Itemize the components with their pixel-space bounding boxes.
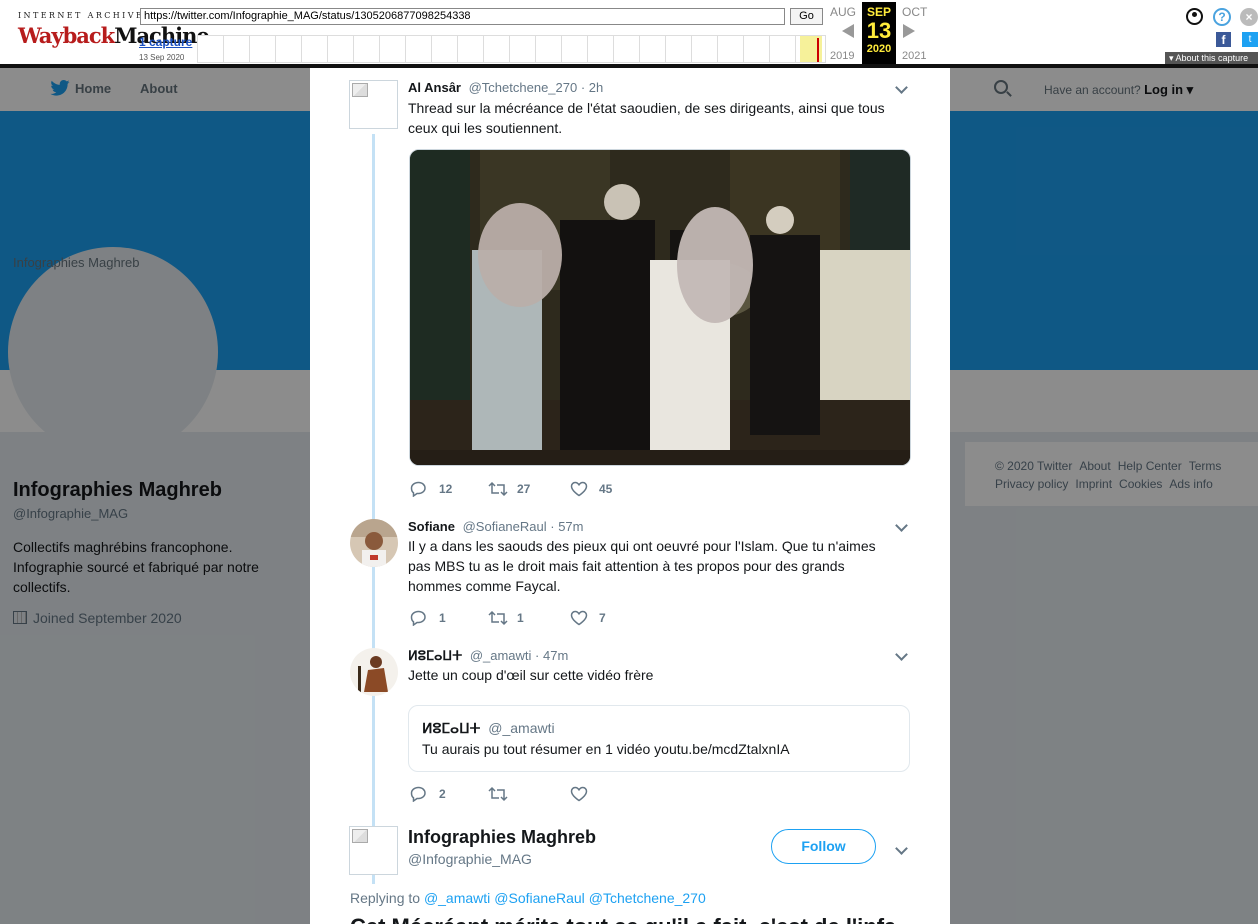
quoted-tweet-header: ⵍⵓⵎⴰⵡⵜ @_amawti xyxy=(422,720,555,737)
wayback-url-input[interactable]: https://twitter.com/Infographie_MAG/stat… xyxy=(140,8,785,25)
next-capture-arrow-icon[interactable] xyxy=(903,24,915,38)
tweet2-author-handle[interactable]: @SofianeRaul xyxy=(463,519,547,534)
twitter-share-icon[interactable]: t xyxy=(1242,32,1258,47)
main-tweet-text: Cet Mécréant mérite tout ce qu'il a fait… xyxy=(350,916,910,924)
reply-handle-sofianeraul[interactable]: @SofianeRaul xyxy=(494,890,585,906)
tweet-thread-modal: Al Ansâr @Tchetchene_270 · 2h Thread sur… xyxy=(310,68,950,924)
main-tweet-author-name[interactable]: Infographies Maghreb xyxy=(408,827,596,848)
wayback-logo-red: Wayback xyxy=(18,23,115,48)
tweet2-avatar-image xyxy=(350,519,398,567)
tweet1-retweet-count: 27 xyxy=(517,482,531,496)
tweet2-text: Il y a dans les saouds des pieux qui ont… xyxy=(408,538,876,594)
quoted-tweet-card[interactable]: ⵍⵓⵎⴰⵡⵜ @_amawti Tu aurais pu tout résume… xyxy=(408,705,910,772)
replying-to: Replying to @_amawti @SofianeRaul @Tchetch… xyxy=(350,890,710,906)
reply-icon xyxy=(410,481,426,497)
tweet1-avatar[interactable] xyxy=(349,80,398,129)
tweet2-retweet-count: 1 xyxy=(517,611,524,625)
tweet3-author-name[interactable]: ⵍⵓⵎⴰⵡⵜ xyxy=(408,648,462,663)
tweet2-like-count: 7 xyxy=(599,611,606,625)
tweet1-author-name[interactable]: Al Ansâr xyxy=(408,80,461,95)
capture-sparkline[interactable] xyxy=(197,35,826,63)
prev-year-link[interactable]: 2019 xyxy=(830,50,854,62)
follow-button[interactable]: Follow xyxy=(771,829,876,864)
captures-link[interactable]: 1 capture xyxy=(139,35,192,49)
about-capture-dropdown[interactable]: ▾ About this capture xyxy=(1165,52,1258,64)
quoted-tweet-text: Tu aurais pu tout résumer en 1 vidéo you… xyxy=(422,741,790,757)
reply-icon xyxy=(410,610,426,626)
about-capture-label: About this capture xyxy=(1175,53,1249,63)
tweet2-timestamp[interactable]: · 57m xyxy=(550,519,583,534)
facebook-share-icon[interactable]: f xyxy=(1216,32,1231,47)
prev-capture-arrow-icon[interactable] xyxy=(842,24,854,38)
tweet3-header: ⵍⵓⵎⴰⵡⵜ @_amawti · 47m xyxy=(408,648,568,664)
tweet1-more-chevron-icon[interactable] xyxy=(895,82,907,94)
help-icon[interactable]: ? xyxy=(1213,8,1231,26)
current-day: 13 xyxy=(866,18,892,43)
tweet1-photo[interactable] xyxy=(409,149,911,466)
tweet3-reply-count: 2 xyxy=(439,787,446,801)
close-icon[interactable]: × xyxy=(1240,8,1258,26)
tweet3-timestamp[interactable]: · 47m xyxy=(535,648,568,663)
tweet3-avatar-image xyxy=(350,648,398,696)
next-year-link[interactable]: 2021 xyxy=(902,50,926,62)
user-account-icon[interactable] xyxy=(1186,8,1203,25)
prev-month-link[interactable]: AUG xyxy=(830,5,856,19)
next-month-link[interactable]: OCT xyxy=(902,5,927,19)
reply-icon xyxy=(410,786,426,802)
main-tweet-author-handle[interactable]: @Infographie_MAG xyxy=(408,851,532,867)
tweet3-author-handle[interactable]: @_amawti xyxy=(470,648,532,663)
reply-handle-amawti[interactable]: @_amawti xyxy=(424,890,490,906)
current-month: SEP xyxy=(866,5,891,19)
heart-icon xyxy=(570,786,588,802)
tweet3-text: Jette un coup d'œil sur cette vidéo frèr… xyxy=(408,667,654,683)
main-tweet-avatar[interactable] xyxy=(349,826,398,875)
wayback-go-button[interactable]: Go xyxy=(790,8,823,25)
tweet1-reply-count: 12 xyxy=(439,482,453,496)
tweet2-more-chevron-icon[interactable] xyxy=(895,520,907,532)
quoted-author-handle: @_amawti xyxy=(488,720,555,736)
thread-connector-line xyxy=(372,134,375,884)
internet-archive-label: INTERNET ARCHIVE xyxy=(18,11,145,20)
tweet2-reply-count: 1 xyxy=(439,611,446,625)
main-tweet-more-chevron-icon[interactable] xyxy=(895,843,907,855)
retweet-icon xyxy=(488,786,508,802)
tweet1-like-count: 45 xyxy=(599,482,613,496)
wayback-toolbar: INTERNET ARCHIVE WaybackMachine https://… xyxy=(0,0,1258,68)
reply-handle-tchetchene[interactable]: @Tchetchene_270 xyxy=(589,890,706,906)
tweet1-text: Thread sur la mécréance de l'état saoudi… xyxy=(408,100,885,136)
current-year: 2020 xyxy=(866,43,892,55)
heart-icon xyxy=(570,481,588,497)
tweet1-photo-image xyxy=(410,150,910,465)
tweet3-more-chevron-icon[interactable] xyxy=(895,649,907,661)
tweet2-author-name[interactable]: Sofiane xyxy=(408,519,455,534)
tweet1-timestamp[interactable]: · 2h xyxy=(581,80,603,95)
tweet1-header: Al Ansâr @Tchetchene_270 · 2h xyxy=(408,80,603,95)
tweet3-avatar[interactable] xyxy=(350,648,398,696)
heart-icon xyxy=(570,610,588,626)
capture-date-range: 13 Sep 2020 xyxy=(139,53,185,62)
tweet1-author-handle[interactable]: @Tchetchene_270 xyxy=(469,80,578,95)
sparkline-capture-bar xyxy=(817,38,819,62)
replying-to-label: Replying to xyxy=(350,890,421,906)
quoted-author-name: ⵍⵓⵎⴰⵡⵜ xyxy=(422,720,481,736)
tweet2-avatar[interactable] xyxy=(350,519,398,567)
tweet2-header: Sofiane @SofianeRaul · 57m xyxy=(408,519,583,534)
retweet-icon xyxy=(488,481,508,497)
current-capture-date: SEP 13 2020 xyxy=(862,2,896,64)
retweet-icon xyxy=(488,610,508,626)
